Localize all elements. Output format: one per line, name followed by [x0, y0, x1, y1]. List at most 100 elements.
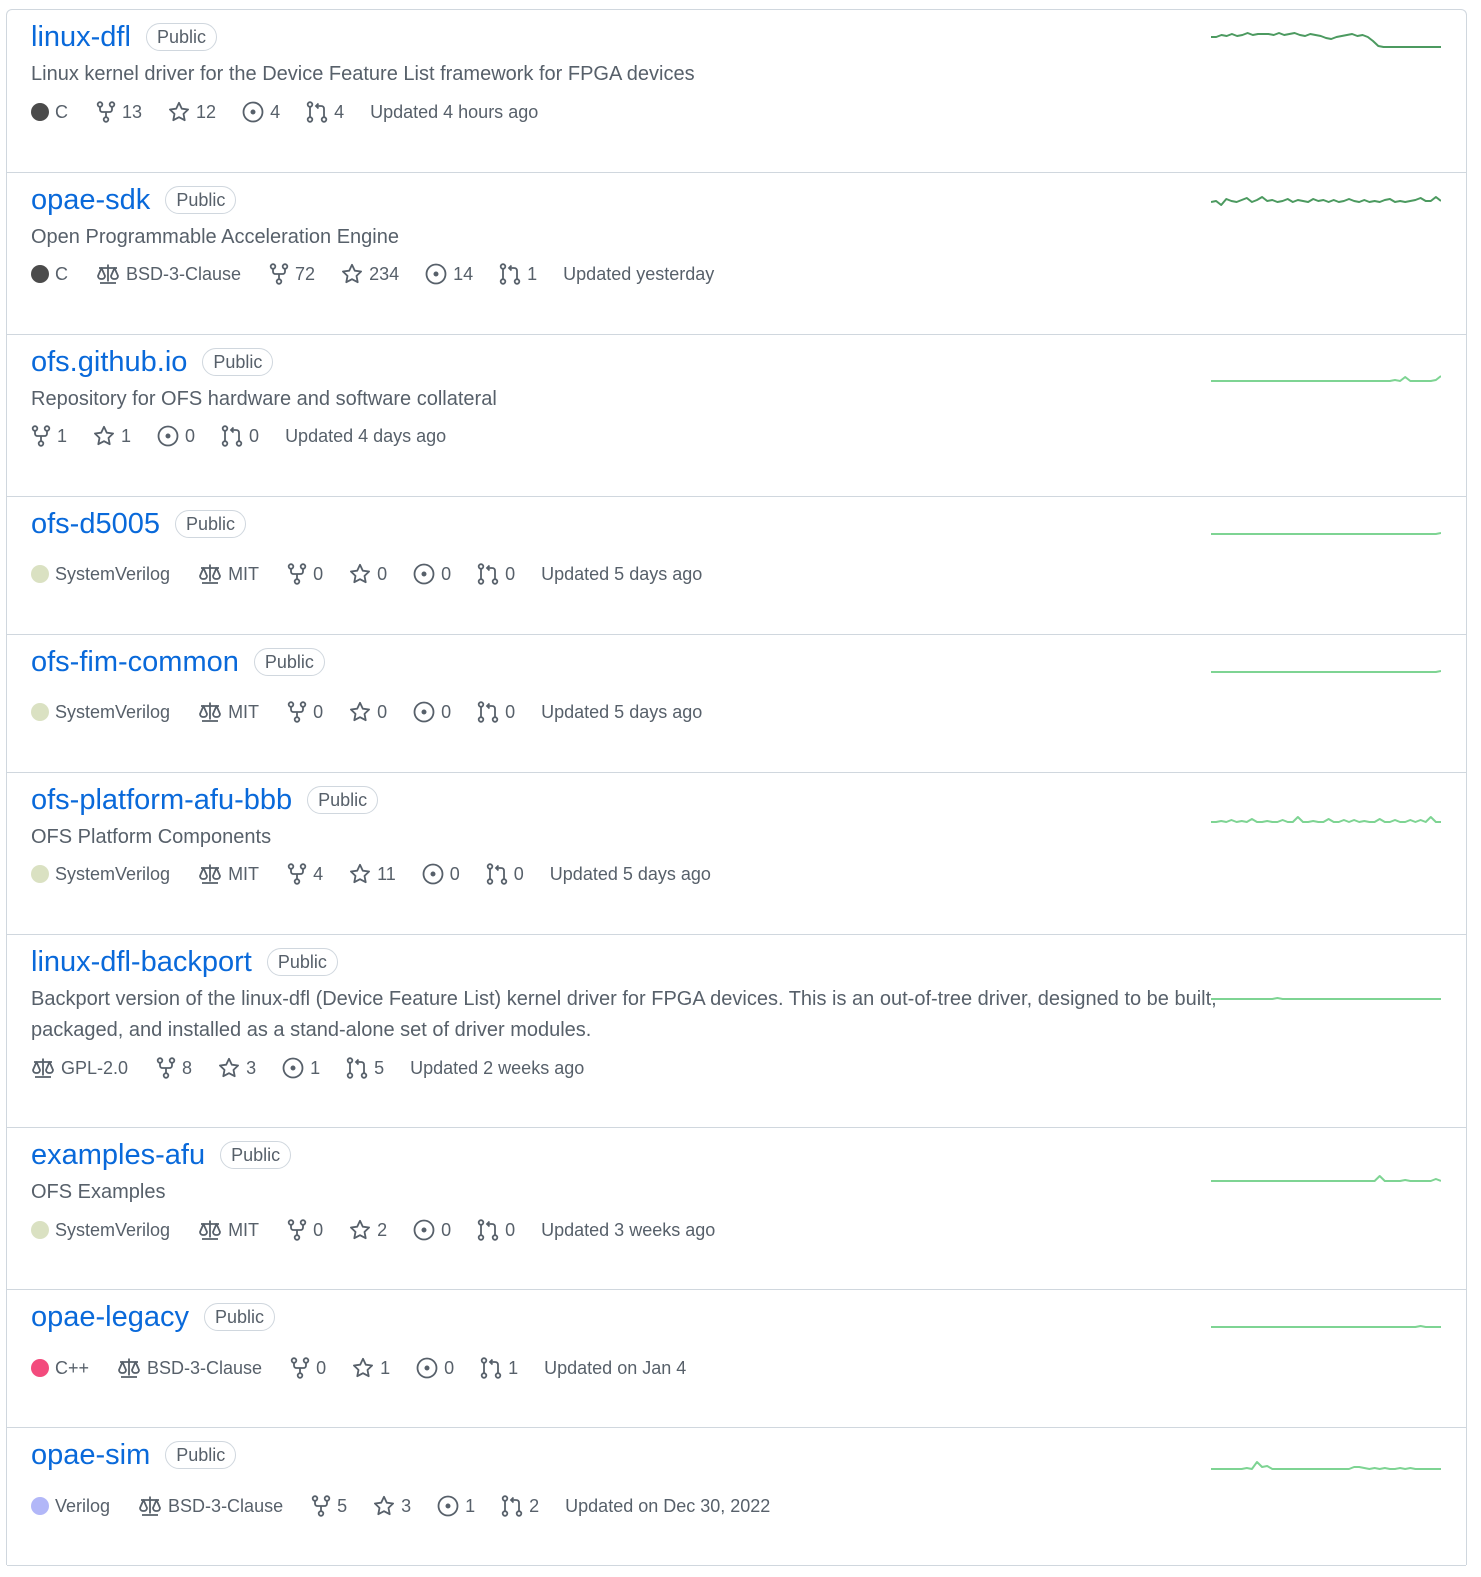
- pulls-count: 0: [505, 1219, 516, 1240]
- stars-link[interactable]: 1: [93, 425, 131, 447]
- repository-list: linux-dfl Public Linux kernel driver for t…: [6, 9, 1467, 1566]
- language-name: Verilog: [55, 1495, 111, 1516]
- visibility-badge: Public: [220, 1141, 292, 1169]
- fork-icon: [287, 863, 307, 885]
- sparkline-path: [1211, 1461, 1441, 1470]
- stars-link[interactable]: 2: [349, 1219, 387, 1241]
- stars-link[interactable]: 1: [352, 1357, 390, 1379]
- visibility-badge: Public: [266, 948, 338, 976]
- stars-link[interactable]: 0: [349, 563, 387, 585]
- updated-time: Updated yesterday: [563, 263, 715, 284]
- repo-name-link[interactable]: linux-dfl: [31, 21, 131, 54]
- forks-link[interactable]: 0: [287, 701, 323, 723]
- pulls-link[interactable]: 1: [499, 263, 537, 285]
- forks-link[interactable]: 0: [287, 563, 323, 585]
- issues-link[interactable]: 0: [413, 563, 451, 585]
- forks-link[interactable]: 13: [96, 101, 142, 123]
- issues-link[interactable]: 0: [422, 863, 460, 885]
- license-link[interactable]: MIT: [198, 863, 259, 885]
- issues-link[interactable]: 0: [416, 1357, 454, 1379]
- activity-sparkline: [1211, 191, 1441, 215]
- issues-link[interactable]: 1: [282, 1057, 320, 1079]
- updated-time: Updated 4 hours ago: [370, 101, 539, 122]
- license-link[interactable]: MIT: [198, 1219, 259, 1241]
- stars-link[interactable]: 3: [218, 1057, 256, 1079]
- pulls-link[interactable]: 0: [477, 1219, 515, 1241]
- license-link[interactable]: BSD-3-Clause: [96, 263, 241, 285]
- stars-link[interactable]: 11: [349, 863, 396, 885]
- forks-count: 0: [313, 563, 324, 584]
- pulls-link[interactable]: 0: [486, 863, 524, 885]
- repo-name-link[interactable]: linux-dfl-backport: [31, 946, 252, 979]
- repo-name-link[interactable]: ofs.github.io: [31, 346, 187, 379]
- pulls-link[interactable]: 0: [221, 425, 259, 447]
- git-pull-request-icon: [499, 263, 521, 285]
- issues-link[interactable]: 0: [157, 425, 195, 447]
- repo-name-link[interactable]: opae-sim: [31, 1439, 150, 1472]
- star-icon: [218, 1057, 240, 1079]
- license-link[interactable]: MIT: [198, 701, 259, 723]
- stars-link[interactable]: 234: [341, 263, 399, 285]
- stars-link[interactable]: 12: [168, 101, 216, 123]
- star-icon: [349, 1219, 371, 1241]
- issues-link[interactable]: 1: [437, 1495, 475, 1517]
- repo-name-link[interactable]: examples-afu: [31, 1139, 205, 1172]
- stars-count: 11: [377, 863, 396, 884]
- updated-time: Updated on Dec 30, 2022: [565, 1495, 771, 1516]
- pulls-link[interactable]: 0: [477, 701, 515, 723]
- stars-count: 3: [401, 1495, 412, 1516]
- repo-meta: C++ BSD-3-Clause 0 1 0 1 Updated on Jan 4: [31, 1354, 686, 1382]
- stars-link[interactable]: 0: [349, 701, 387, 723]
- pulls-link[interactable]: 5: [346, 1057, 384, 1079]
- git-pull-request-icon: [501, 1495, 523, 1517]
- pulls-count: 0: [513, 863, 524, 884]
- git-pull-request-icon: [486, 863, 508, 885]
- repo-item: opae-legacy Public C++ BSD-3-Clause 0 1 0 1 Upda…: [7, 1290, 1466, 1428]
- issue-opened-icon: [416, 1357, 438, 1379]
- pulls-link[interactable]: 4: [306, 101, 344, 123]
- issues-link[interactable]: 0: [413, 1219, 451, 1241]
- issues-link[interactable]: 4: [242, 101, 280, 123]
- sparkline-path: [1211, 670, 1441, 673]
- visibility-badge: Public: [165, 1441, 237, 1469]
- repo-name-link[interactable]: ofs-platform-afu-bbb: [31, 784, 292, 817]
- license-link[interactable]: BSD-3-Clause: [117, 1357, 262, 1379]
- forks-link[interactable]: 0: [287, 1219, 323, 1241]
- forks-link[interactable]: 1: [31, 425, 67, 447]
- forks-link[interactable]: 72: [269, 263, 315, 285]
- language-color-dot: [31, 103, 49, 121]
- issues-count: 0: [185, 425, 196, 446]
- updated-time: Updated 4 days ago: [285, 425, 447, 446]
- repo-name-link[interactable]: opae-legacy: [31, 1301, 189, 1334]
- forks-link[interactable]: 0: [290, 1357, 326, 1379]
- repo-name-link[interactable]: ofs-d5005: [31, 508, 160, 541]
- license-link[interactable]: BSD-3-Clause: [138, 1495, 283, 1517]
- license-link[interactable]: MIT: [198, 563, 259, 585]
- repo-name-link[interactable]: opae-sdk: [31, 184, 150, 217]
- pulls-count: 1: [527, 263, 538, 284]
- issues-link[interactable]: 0: [413, 701, 451, 723]
- license-name: MIT: [228, 701, 260, 722]
- issues-count: 4: [270, 101, 281, 122]
- pulls-link[interactable]: 1: [480, 1357, 518, 1379]
- license-link[interactable]: GPL-2.0: [31, 1057, 128, 1079]
- license-name: MIT: [228, 863, 260, 884]
- repo-title-row: opae-sim Public: [31, 1435, 237, 1475]
- pulls-link[interactable]: 2: [501, 1495, 539, 1517]
- issues-link[interactable]: 14: [425, 263, 473, 285]
- repo-title-row: ofs-d5005 Public: [31, 504, 247, 544]
- repo-item: linux-dfl Public Linux kernel driver for t…: [7, 10, 1466, 173]
- star-icon: [352, 1357, 374, 1379]
- stars-link[interactable]: 3: [373, 1495, 411, 1517]
- issues-count: 1: [310, 1057, 321, 1078]
- activity-sparkline: [1211, 1163, 1441, 1187]
- pulls-link[interactable]: 0: [477, 563, 515, 585]
- forks-link[interactable]: 5: [311, 1495, 347, 1517]
- forks-link[interactable]: 8: [156, 1057, 192, 1079]
- issue-opened-icon: [413, 701, 435, 723]
- git-pull-request-icon: [477, 701, 499, 723]
- forks-link[interactable]: 4: [287, 863, 323, 885]
- repo-name-link[interactable]: ofs-fim-common: [31, 646, 239, 679]
- git-pull-request-icon: [346, 1057, 368, 1079]
- language-color-dot: [31, 1359, 49, 1377]
